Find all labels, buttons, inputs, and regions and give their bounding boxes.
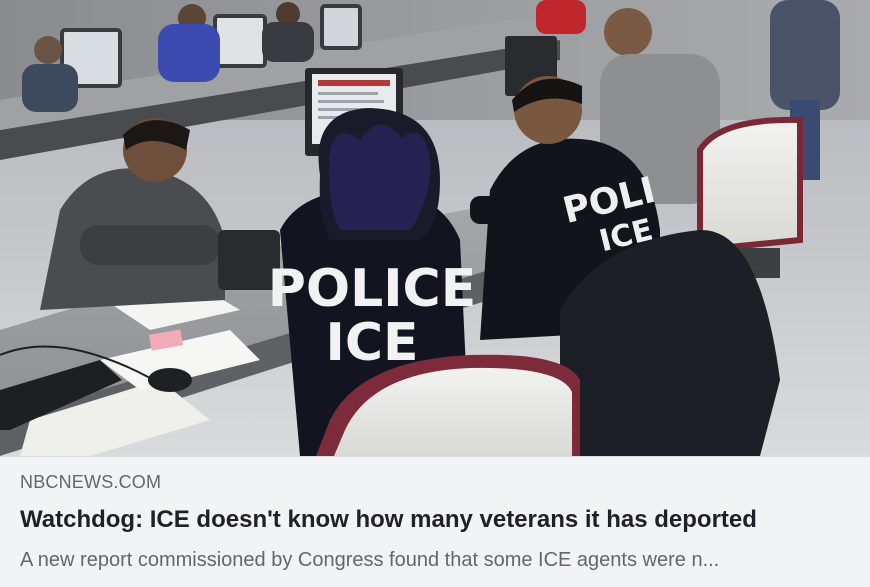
back-monitor-2 <box>213 14 267 68</box>
link-preview-card[interactable]: POLICE ICE POLI ICE NBCNEWS.COM Watchdog… <box>0 0 870 587</box>
source-domain: NBCNEWS.COM <box>20 472 162 492</box>
jacket-text-left-line2: ICE <box>325 313 418 373</box>
mouse <box>148 368 192 392</box>
jacket-text-left-line1: POLICE <box>268 259 476 319</box>
article-headline[interactable]: Watchdog: ICE doesn't know how many vete… <box>20 505 850 535</box>
link-preview-caption[interactable]: NBCNEWS.COM Watchdog: ICE doesn't know h… <box>0 456 870 587</box>
article-photo[interactable]: POLICE ICE POLI ICE <box>0 0 870 456</box>
article-description: A new report commissioned by Congress fo… <box>20 549 720 571</box>
back-monitor-3 <box>320 4 362 50</box>
photo-illustration: POLICE ICE POLI ICE <box>0 0 870 456</box>
background-person-4 <box>536 0 586 34</box>
